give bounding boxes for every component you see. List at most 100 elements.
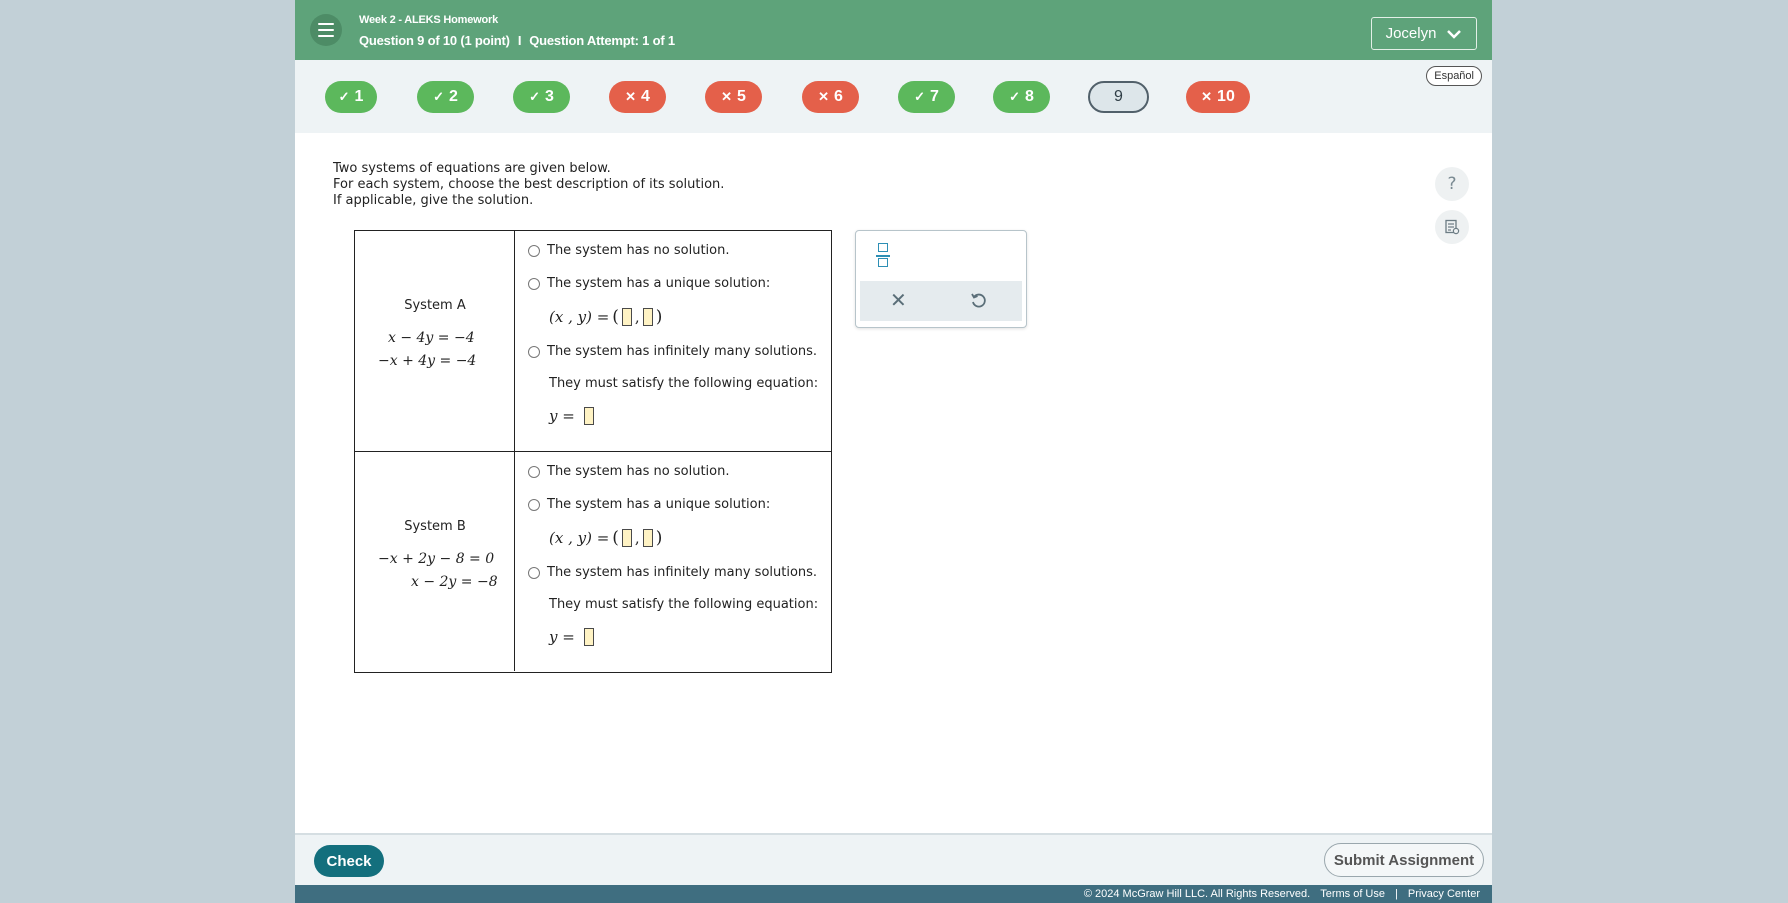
system-a-cell: System A x − 4y = −4 −x + 4y = −4 <box>355 231 515 451</box>
header-separator: I <box>517 33 522 48</box>
question-nav-3[interactable]: ✓ 3 <box>513 81 570 113</box>
system-a-infinite-option[interactable]: The system has infinitely many solutions… <box>528 344 817 359</box>
open-paren: ( <box>612 528 619 548</box>
notes-glyph <box>1445 219 1460 235</box>
x-icon: ✕ <box>625 89 636 104</box>
option-label: The system has no solution. <box>547 243 730 258</box>
question-nav-5[interactable]: ✕ 5 <box>705 81 762 113</box>
system-a-y-input[interactable] <box>642 308 653 326</box>
open-paren: ( <box>612 307 619 327</box>
system-b-equation-1: −x + 2y − 8 = 0 <box>378 551 495 567</box>
question-info: Question 9 of 10 (1 point) I Question Atte… <box>359 33 675 48</box>
question-nav-label: 9 <box>1114 88 1123 105</box>
system-a-y-equation: y = <box>549 407 594 425</box>
system-b-x-input[interactable] <box>621 529 632 547</box>
system-a-no-solution-option[interactable]: The system has no solution. <box>528 243 730 258</box>
option-label: The system has no solution. <box>547 464 730 479</box>
question-nav-label: 7 <box>930 88 939 105</box>
footer-divider: | <box>1395 888 1398 900</box>
undo-icon[interactable] <box>969 291 987 309</box>
radio-button[interactable] <box>528 345 540 358</box>
terms-of-use-link[interactable]: Terms of Use <box>1320 888 1385 900</box>
xy-label: (x , y) = <box>549 308 610 326</box>
system-b-satisfy-text: They must satisfy the following equation… <box>549 597 819 612</box>
palette-actions: ✕ <box>860 281 1022 321</box>
question-nav-label: 6 <box>834 88 843 105</box>
question-nav-2[interactable]: ✓ 2 <box>417 81 474 113</box>
system-a-unique-option[interactable]: The system has a unique solution: <box>528 276 770 291</box>
question-navigation: ✓ 1 ✓ 2 ✓ 3 ✕ 4 ✕ 5 ✕ 6 ✓ 7 ✓ 8 9 ✕ 10 Español <box>295 60 1492 133</box>
system-b-cell: System B −x + 2y − 8 = 0 x − 2y = −8 <box>355 452 515 671</box>
system-a-name: System A <box>404 298 466 313</box>
x-icon: ✕ <box>1201 89 1213 104</box>
check-icon: ✓ <box>433 89 444 104</box>
system-b-y-equation: y = <box>549 628 594 646</box>
option-label: The system has infinitely many solutions… <box>547 344 818 359</box>
option-label: The system has a unique solution: <box>547 497 771 512</box>
close-paren: ) <box>655 307 663 327</box>
question-nav-label: 2 <box>449 88 458 105</box>
check-icon: ✓ <box>914 89 925 104</box>
question-nav-9[interactable]: 9 <box>1088 81 1149 113</box>
question-nav-label: 1 <box>354 88 364 105</box>
question-nav-7[interactable]: ✓ 7 <box>898 81 955 113</box>
question-nav-label: 8 <box>1025 88 1034 105</box>
fraction-icon[interactable] <box>876 242 890 270</box>
system-a-x-input[interactable] <box>621 308 632 326</box>
hamburger-menu-icon[interactable] <box>310 14 342 46</box>
system-b-name: System B <box>404 519 466 534</box>
check-icon: ✓ <box>338 89 350 104</box>
system-b-row: System B −x + 2y − 8 = 0 x − 2y = −8 The… <box>355 451 831 671</box>
radio-button[interactable] <box>528 566 540 579</box>
system-b-infinite-option[interactable]: The system has infinitely many solutions… <box>528 565 817 580</box>
question-nav-label: 4 <box>641 88 650 105</box>
x-icon: ✕ <box>721 89 732 104</box>
system-b-y-equation-input[interactable] <box>583 628 594 646</box>
system-b-y-input[interactable] <box>642 529 653 547</box>
question-attempt: Question Attempt: 1 of 1 <box>529 33 675 48</box>
system-b-unique-option[interactable]: The system has a unique solution: <box>528 497 770 512</box>
chevron-down-icon <box>1447 29 1462 39</box>
user-menu-button[interactable]: Jocelyn <box>1371 17 1477 50</box>
question-nav-6[interactable]: ✕ 6 <box>802 81 859 113</box>
check-button[interactable]: Check <box>314 845 384 877</box>
question-nav-10[interactable]: ✕ 10 <box>1186 81 1250 113</box>
language-toggle-button[interactable]: Español <box>1426 66 1482 86</box>
copyright-text: © 2024 McGraw Hill LLC. All Rights Reser… <box>1083 888 1311 900</box>
privacy-center-link[interactable]: Privacy Center <box>1408 888 1480 900</box>
system-a-equation-1: x − 4y = −4 <box>388 330 475 346</box>
math-palette: ✕ <box>855 230 1027 328</box>
system-a-equation-2: −x + 4y = −4 <box>378 353 477 369</box>
question-number: Question 9 of 10 (1 point) <box>359 33 510 48</box>
question-nav-8[interactable]: ✓ 8 <box>993 81 1050 113</box>
assignment-title: Week 2 - ALEKS Homework <box>359 14 499 26</box>
radio-button[interactable] <box>528 277 540 290</box>
close-icon[interactable]: ✕ <box>890 289 907 311</box>
x-icon: ✕ <box>818 89 829 104</box>
systems-table: System A x − 4y = −4 −x + 4y = −4 The sy… <box>354 230 832 673</box>
option-label: The system has infinitely many solutions… <box>547 565 818 580</box>
radio-button[interactable] <box>528 465 540 478</box>
check-icon: ✓ <box>1009 89 1020 104</box>
system-a-unique-answer: (x , y) = (,) <box>549 307 663 327</box>
question-nav-4[interactable]: ✕ 4 <box>609 81 666 113</box>
header-bar: Week 2 - ALEKS Homework Question 9 of 10… <box>295 0 1492 60</box>
radio-button[interactable] <box>528 244 540 257</box>
system-a-y-equation-input[interactable] <box>583 407 594 425</box>
user-name: Jocelyn <box>1385 25 1437 42</box>
option-label: The system has a unique solution: <box>547 276 771 291</box>
question-nav-1[interactable]: ✓ 1 <box>325 81 377 113</box>
aleks-app: Week 2 - ALEKS Homework Question 9 of 10… <box>295 0 1492 903</box>
radio-button[interactable] <box>528 498 540 511</box>
question-nav-label: 5 <box>737 88 746 105</box>
prompt-line-3: If applicable, give the solution. <box>333 193 534 208</box>
question-prompt: Two systems of equations are given below… <box>333 161 724 209</box>
system-b-no-solution-option[interactable]: The system has no solution. <box>528 464 730 479</box>
footer-bar: Check Submit Assignment <box>295 833 1492 885</box>
submit-assignment-button[interactable]: Submit Assignment <box>1324 843 1484 877</box>
system-a-satisfy-text: They must satisfy the following equation… <box>549 376 819 391</box>
notes-icon[interactable] <box>1435 210 1469 244</box>
question-mark-icon[interactable]: ? <box>1435 167 1469 201</box>
system-a-row: System A x − 4y = −4 −x + 4y = −4 The sy… <box>355 231 831 451</box>
question-nav-label: 10 <box>1217 88 1235 105</box>
